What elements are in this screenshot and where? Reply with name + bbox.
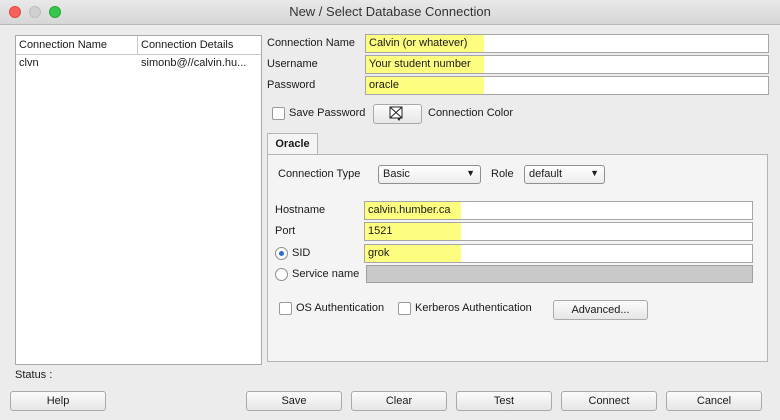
cancel-button[interactable]: Cancel xyxy=(666,391,762,411)
connection-row-name: clvn xyxy=(19,57,39,69)
connection-name-label: Connection Name xyxy=(267,37,356,49)
hostname-label: Hostname xyxy=(275,204,326,216)
sid-value: grok xyxy=(368,247,390,259)
sid-radio[interactable] xyxy=(275,247,288,260)
column-header-connection-name[interactable]: Connection Name xyxy=(16,36,138,54)
connection-type-value: Basic xyxy=(383,168,410,180)
sid-field[interactable]: grok xyxy=(364,244,753,263)
port-field[interactable]: 1521 xyxy=(364,222,753,241)
connection-list[interactable]: Connection Name Connection Details clvn … xyxy=(15,35,262,365)
connection-name-value: Calvin (or whatever) xyxy=(369,37,468,49)
test-button[interactable]: Test xyxy=(456,391,552,411)
connection-row[interactable]: clvn simonb@//calvin.hu... xyxy=(16,55,261,72)
connection-color-label: Connection Color xyxy=(428,107,513,119)
color-swatch-icon xyxy=(389,106,403,121)
connection-name-field[interactable]: Calvin (or whatever) xyxy=(365,34,769,53)
chevron-down-icon: ▼ xyxy=(590,168,599,178)
port-label: Port xyxy=(275,225,296,237)
save-button[interactable]: Save xyxy=(246,391,342,411)
status-label: Status : xyxy=(15,369,53,381)
os-authentication-label[interactable]: OS Authentication xyxy=(296,302,384,314)
tab-oracle[interactable]: Oracle xyxy=(267,133,318,155)
window-title: New / Select Database Connection xyxy=(289,4,491,19)
hostname-field[interactable]: calvin.humber.ca xyxy=(364,201,753,220)
advanced-button[interactable]: Advanced... xyxy=(553,300,648,320)
service-name-radio[interactable] xyxy=(275,268,288,281)
role-value: default xyxy=(529,168,563,180)
password-field[interactable]: oracle xyxy=(365,76,769,95)
help-button[interactable]: Help xyxy=(10,391,106,411)
connection-list-header: Connection Name Connection Details xyxy=(16,36,261,55)
role-label: Role xyxy=(491,168,514,180)
column-header-connection-details[interactable]: Connection Details xyxy=(138,36,261,54)
port-value: 1521 xyxy=(368,225,393,237)
service-name-field xyxy=(366,265,753,283)
role-select[interactable]: default ▼ xyxy=(524,165,605,184)
username-field[interactable]: Your student number xyxy=(365,55,769,74)
save-password-label[interactable]: Save Password xyxy=(289,107,365,119)
password-value: oracle xyxy=(369,79,399,91)
service-name-label[interactable]: Service name xyxy=(292,268,359,280)
connection-row-details: simonb@//calvin.hu... xyxy=(141,57,247,69)
connection-type-label: Connection Type xyxy=(278,168,361,180)
password-label: Password xyxy=(267,79,316,91)
hostname-value: calvin.humber.ca xyxy=(368,204,451,216)
username-value: Your student number xyxy=(369,58,471,70)
title-bar: New / Select Database Connection xyxy=(0,0,780,25)
kerberos-authentication-checkbox[interactable] xyxy=(398,302,411,315)
os-authentication-checkbox[interactable] xyxy=(279,302,292,315)
clear-button[interactable]: Clear xyxy=(351,391,447,411)
connect-button[interactable]: Connect xyxy=(561,391,657,411)
connection-color-button[interactable] xyxy=(373,104,422,124)
kerberos-authentication-label[interactable]: Kerberos Authentication xyxy=(415,302,532,314)
save-password-checkbox[interactable] xyxy=(272,107,285,120)
username-label: Username xyxy=(267,58,318,70)
connection-type-select[interactable]: Basic ▼ xyxy=(378,165,481,184)
chevron-down-icon: ▼ xyxy=(466,168,475,178)
sid-label[interactable]: SID xyxy=(292,247,310,259)
